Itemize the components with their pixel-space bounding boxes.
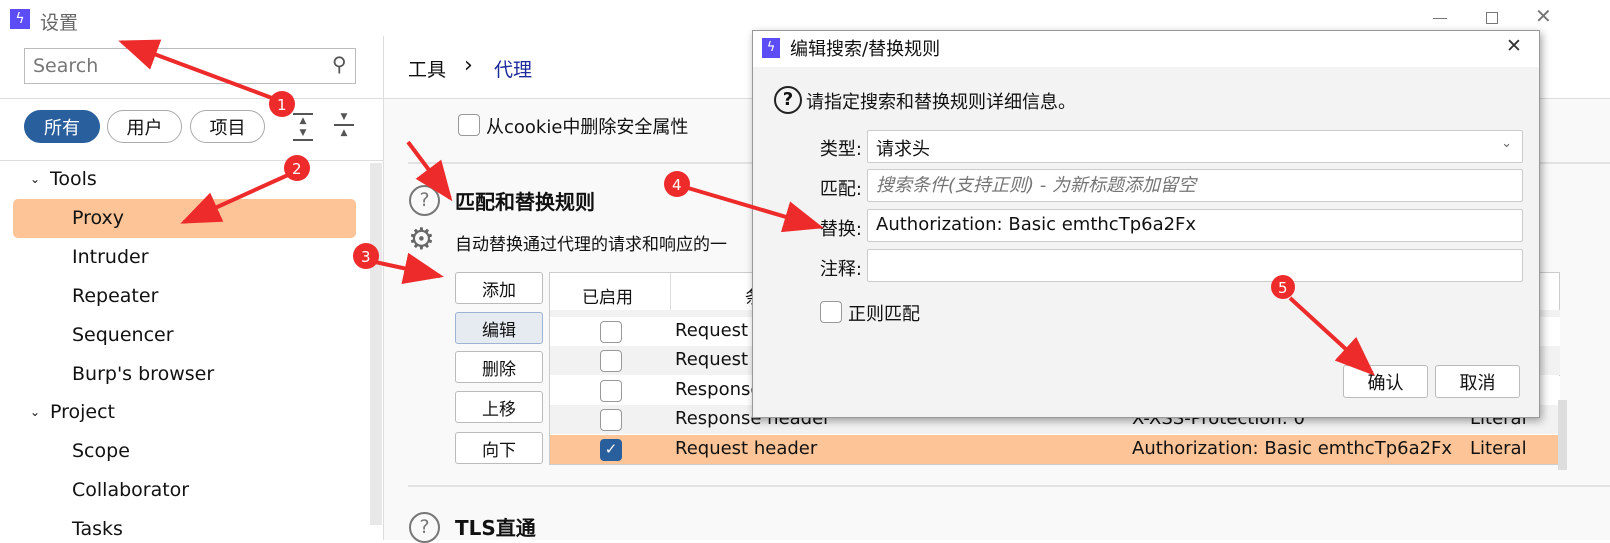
annotation-arrow-2 [180, 173, 289, 224]
annotation-number: 4 [672, 176, 682, 194]
annotation-arrow-1 [118, 39, 273, 100]
annotation-arrow-4 [687, 186, 824, 233]
annotation-arrow-5 [1288, 296, 1375, 376]
annotation-number: 1 [277, 96, 287, 114]
annotation-layer: 1 2 3 4 5 [118, 39, 1375, 376]
annotation-number: 3 [361, 248, 371, 266]
annotation-number: 2 [292, 160, 302, 178]
annotation-arrow-heading [406, 140, 453, 202]
annotation-arrow-3 [374, 252, 444, 285]
annotation-number: 5 [1278, 279, 1288, 297]
